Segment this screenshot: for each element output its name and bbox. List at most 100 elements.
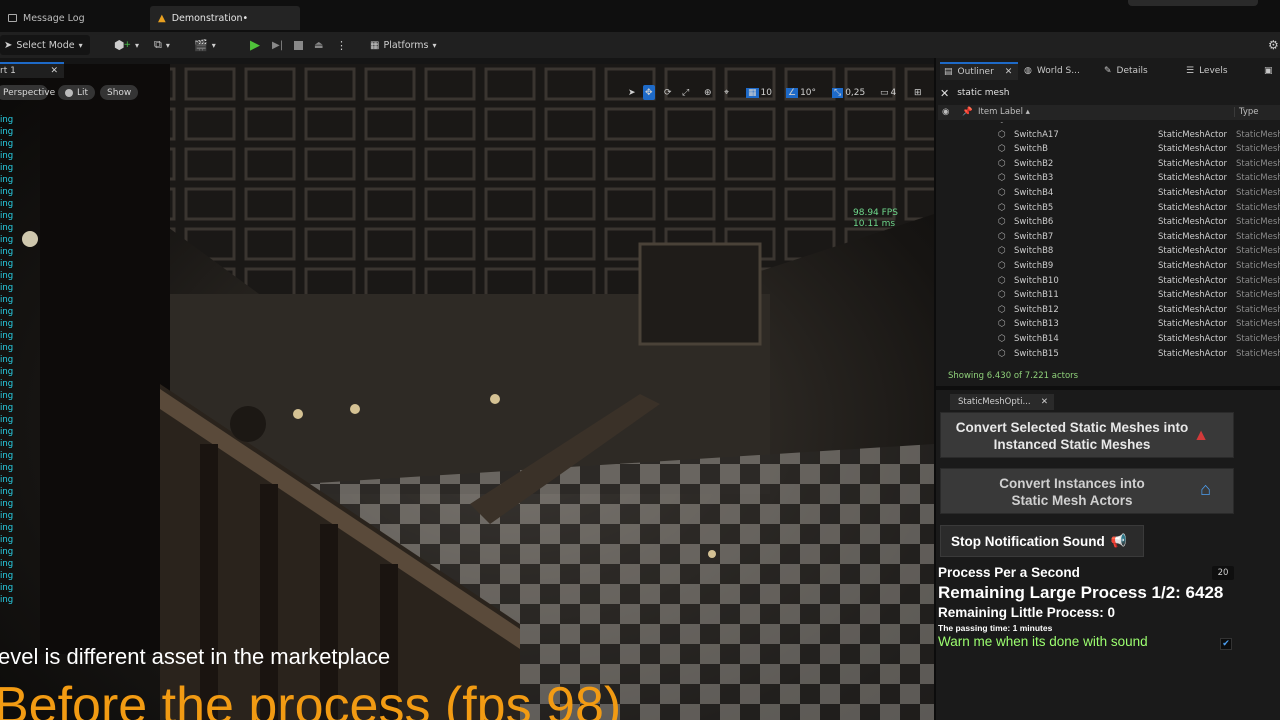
outliner-search[interactable]: ✕ static mesh [940, 84, 1278, 102]
tab-world-settings[interactable]: ◍ World S... [1024, 62, 1080, 80]
viewport-layout-button[interactable]: ⊞ [912, 85, 924, 100]
translate-tool-button[interactable]: ✥ [643, 85, 655, 100]
tab-message-log[interactable]: Message Log [0, 6, 148, 30]
settings-button[interactable]: ⚙ [1264, 35, 1280, 55]
pin-icon[interactable]: 📌 [962, 107, 973, 117]
visibility-eye-icon[interactable]: ◉ [942, 107, 949, 117]
outliner-row[interactable]: ⬡ SwitchB11 StaticMeshActor StaticMesh [936, 289, 1280, 304]
panel-options-icon: ▣ [1264, 66, 1273, 76]
outliner-row[interactable]: ⬡ SwitchB8 StaticMeshActor StaticMesh [936, 245, 1280, 260]
stop-notification-sound-button[interactable]: Stop Notification Sound 📢 [940, 525, 1144, 557]
outliner-row[interactable]: ⬡ SwitchB9 StaticMeshActor StaticMesh [936, 260, 1280, 275]
item-label-column[interactable]: Item Label ▴ [978, 107, 1030, 117]
scale-snap-button[interactable]: ⤡ 0,25 [830, 85, 867, 100]
outliner-row[interactable]: ⬡ SwitchB12 StaticMeshActor StaticMesh [936, 304, 1280, 319]
outliner-row[interactable]: ⬡ SwitchB6 StaticMeshActor StaticMesh [936, 216, 1280, 231]
panel-divider[interactable] [936, 386, 1280, 390]
outliner-row[interactable]: ⬡ SwitchB10 StaticMeshActor StaticMesh [936, 275, 1280, 290]
eject-button[interactable]: ⏏ [310, 35, 327, 55]
platforms-dropdown[interactable]: ▦ Platforms ▾ [366, 35, 440, 55]
close-icon[interactable]: ✕ [1005, 67, 1013, 77]
rotation-snap-value: 10° [800, 87, 817, 98]
tab-static-mesh-optimizer[interactable]: StaticMeshOpti... ✕ [950, 394, 1054, 410]
lit-button[interactable]: Lit [58, 85, 96, 100]
chevron-down-icon: ▾ [78, 40, 83, 50]
process-per-second-input[interactable]: 20 [1212, 566, 1234, 580]
clear-search-icon[interactable]: ✕ [940, 87, 949, 100]
stop-button[interactable] [290, 35, 307, 55]
rotation-snap-button[interactable]: ∠ 10° [784, 85, 818, 100]
blueprint-button[interactable]: ⧉ ▾ [150, 35, 174, 55]
search-input[interactable]: static mesh [957, 88, 1009, 98]
select-tool-button[interactable]: ➤ [626, 85, 638, 100]
static-mesh-icon: ⬡ [998, 217, 1006, 228]
panel-options-button[interactable]: ▣ [1264, 62, 1273, 80]
row-label: SwitchB11 [1014, 290, 1059, 301]
world-local-button[interactable]: ⊕ [702, 85, 714, 100]
process-per-second-label: Process Per a Second [938, 565, 1080, 580]
outliner-row[interactable]: ⬡ SwitchB13 StaticMeshActor StaticMesh [936, 318, 1280, 333]
outliner-row[interactable]: ⬡ SwitchB7 StaticMeshActor StaticMesh [936, 231, 1280, 246]
row-label: SwitchB5 [1014, 202, 1054, 213]
outliner-row[interactable]: ⬡ SwitchB2 StaticMeshActor StaticMesh [936, 158, 1280, 173]
close-icon[interactable]: ✕ [1041, 397, 1048, 407]
rotate-tool-button[interactable]: ⟳ [662, 85, 674, 100]
perspective-button[interactable]: Perspective [0, 85, 55, 100]
tab-details[interactable]: ✎ Details [1104, 62, 1148, 80]
close-icon[interactable]: ✕ [50, 66, 58, 76]
row-label: SwitchB10 [1014, 275, 1059, 286]
play-button[interactable]: ▶ [246, 35, 264, 55]
warn-me-checkbox[interactable]: ✔ [1220, 638, 1232, 650]
level-viewport[interactable]: 98.94 FPS 10.11 ms ing ing ing ing ing ing ing… [0, 64, 934, 720]
globe-icon: ⊕ [704, 87, 712, 98]
add-content-button[interactable]: ⬢ + ▾ [110, 35, 143, 55]
platforms-icon: ▦ [370, 39, 380, 51]
camera-speed-button[interactable]: ▭ 4 [878, 85, 898, 100]
static-mesh-icon: ⬡ [998, 144, 1006, 155]
row-label: SwitchB3 [1014, 173, 1054, 184]
row-type: StaticMeshActor [1158, 290, 1228, 301]
grid-snap-button[interactable]: ▦ 10 [744, 85, 774, 100]
static-mesh-icon: ⬡ [998, 202, 1006, 213]
stat-text-line: ing [0, 547, 14, 557]
viewport-tab[interactable]: rt 1 ✕ [0, 62, 64, 78]
tab-outliner[interactable]: ▤ Outliner ✕ [940, 62, 1018, 80]
tab-levels-label: Levels [1199, 66, 1228, 76]
surface-snap-icon: ⌖ [724, 87, 730, 98]
stat-text-line: ing [0, 259, 14, 269]
show-button[interactable]: Show [100, 85, 139, 100]
advance-frame-button[interactable]: ▶| [268, 35, 287, 55]
play-options-button[interactable]: ⋮ [332, 35, 351, 55]
row-extra-type: StaticMesh [1236, 275, 1280, 286]
scale-snap-value: 0,25 [845, 87, 866, 98]
row-extra-type: StaticMesh [1236, 290, 1280, 301]
outliner-row[interactable]: ⬡ SwitchA17 StaticMeshActor StaticMesh [936, 129, 1280, 144]
outliner-row[interactable]: ⬡ SwitchB15 StaticMeshActor StaticMesh [936, 348, 1280, 363]
row-extra-type: StaticMesh [1236, 260, 1280, 271]
outliner-row[interactable]: ⬡ SwitchB14 StaticMeshActor StaticMesh [936, 333, 1280, 348]
stat-text-line: ing [0, 127, 14, 137]
cinematics-button[interactable]: 🎬 ▾ [190, 35, 220, 55]
outliner-row[interactable]: ⬡ SwitchB5 StaticMeshActor StaticMesh [936, 202, 1280, 217]
row-type: StaticMeshActor [1158, 217, 1228, 228]
surface-snap-button[interactable]: ⌖ [722, 85, 731, 100]
outliner-icon: ▤ [944, 67, 953, 77]
convert-to-instanced-button[interactable]: Convert Selected Static Meshes into Inst… [940, 412, 1234, 458]
outliner-row[interactable]: ⬡ SwitchB3 StaticMeshActor StaticMesh [936, 172, 1280, 187]
outliner-row[interactable]: ⬡ SwitchB4 StaticMeshActor StaticMesh [936, 187, 1280, 202]
convert-to-instanced-line2: Instanced Static Meshes [993, 437, 1151, 452]
camera-icon: ▭ [880, 87, 889, 98]
row-label: SwitchA16 [1014, 122, 1059, 125]
stat-text-line: ing [0, 223, 14, 233]
outliner-row[interactable]: ⬡ SwitchA16 StaticMeshActor StaticMesh [936, 122, 1280, 129]
tab-levels[interactable]: ☰ Levels [1186, 62, 1228, 80]
row-type: StaticMeshActor [1158, 231, 1228, 242]
select-mode-dropdown[interactable]: ➤ Select Mode ▾ [0, 35, 90, 55]
tab-demonstration[interactable]: ▲ Demonstration• [150, 6, 300, 30]
outliner-row[interactable]: ⬡ SwitchB StaticMeshActor StaticMesh [936, 143, 1280, 158]
scale-tool-button[interactable]: ⤢ [680, 85, 691, 100]
type-column[interactable]: Type [1234, 107, 1259, 117]
stat-text-line: ing [0, 487, 14, 497]
convert-to-actors-button[interactable]: Convert Instances into Static Mesh Actor… [940, 468, 1234, 514]
gear-icon: ⚙ [1268, 38, 1279, 52]
